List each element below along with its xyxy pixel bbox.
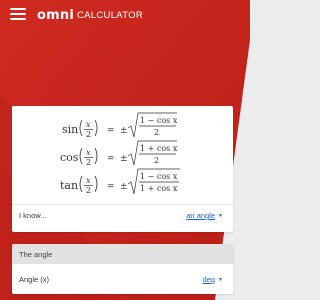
- hamburger-menu-icon[interactable]: [10, 8, 26, 22]
- formulas-card: sin x 2 = ± 1 − cos x 2 cos x 2 = ± 1 + …: [12, 106, 233, 232]
- formula-sin: sin x 2 = ± 1 − cos x 2: [62, 112, 178, 139]
- logo-product: CALCULATOR: [77, 9, 143, 21]
- radicand-numerator: 1 + cos x: [140, 144, 178, 153]
- angle-input-row[interactable]: Angle (x) deg ▼: [12, 275, 233, 293]
- angle-card-title: The angle: [19, 250, 53, 259]
- radicand-denominator: 2: [154, 156, 159, 165]
- chevron-down-icon: ▼: [218, 277, 223, 283]
- formula-func: sin: [62, 123, 78, 136]
- fraction-numerator: x: [86, 148, 91, 157]
- formula-func: tan: [60, 179, 78, 192]
- angle-card-header: The angle: [12, 244, 233, 264]
- known-value-select[interactable]: an angle ▼: [186, 211, 223, 220]
- formula-tan: tan x 2 = ± 1 − cos x 1 + cos x: [60, 168, 180, 195]
- radicand-denominator: 1 + cos x: [140, 184, 178, 193]
- equals-sign: =: [107, 126, 115, 136]
- radicand-numerator: 1 − cos x: [140, 172, 178, 181]
- chevron-down-icon: ▼: [218, 213, 223, 219]
- fraction-numerator: x: [86, 120, 91, 129]
- left-paren: [79, 147, 83, 165]
- equals-sign: =: [107, 182, 115, 192]
- angle-unit-select[interactable]: deg ▼: [203, 275, 223, 284]
- right-paren: [94, 175, 98, 193]
- card-divider: [12, 204, 233, 205]
- angle-card: The angle Angle (x) deg ▼: [12, 244, 233, 294]
- radicand-denominator: 2: [154, 128, 159, 137]
- omni-logo[interactable]: omni CALCULATOR: [37, 6, 143, 24]
- formula-func: cos: [60, 151, 79, 164]
- known-value-selected: an angle: [186, 211, 216, 220]
- plus-minus-sign: ±: [120, 126, 128, 136]
- equals-sign: =: [107, 154, 115, 164]
- half-angle-formulas: sin x 2 = ± 1 − cos x 2 cos x 2 = ± 1 + …: [60, 112, 180, 195]
- fraction-denominator: 2: [86, 186, 91, 195]
- plus-minus-sign: ±: [120, 154, 128, 164]
- angle-field-label: Angle (x): [19, 275, 50, 284]
- left-paren: [79, 119, 83, 137]
- fraction-denominator: 2: [86, 158, 91, 167]
- formula-cos: cos x 2 = ± 1 + cos x 2: [60, 140, 178, 167]
- logo-brand: omni: [37, 7, 74, 23]
- known-value-row: I know... an angle ▼: [12, 211, 233, 229]
- right-paren: [94, 147, 98, 165]
- radicand-numerator: 1 − cos x: [140, 116, 178, 125]
- fraction-numerator: x: [86, 176, 91, 185]
- left-paren: [79, 175, 83, 193]
- angle-unit-selected: deg: [202, 275, 216, 284]
- fraction-denominator: 2: [86, 130, 91, 139]
- known-value-label: I know...: [19, 211, 47, 220]
- right-paren: [94, 119, 98, 137]
- top-bar: omni CALCULATOR: [0, 0, 250, 30]
- plus-minus-sign: ±: [120, 182, 128, 192]
